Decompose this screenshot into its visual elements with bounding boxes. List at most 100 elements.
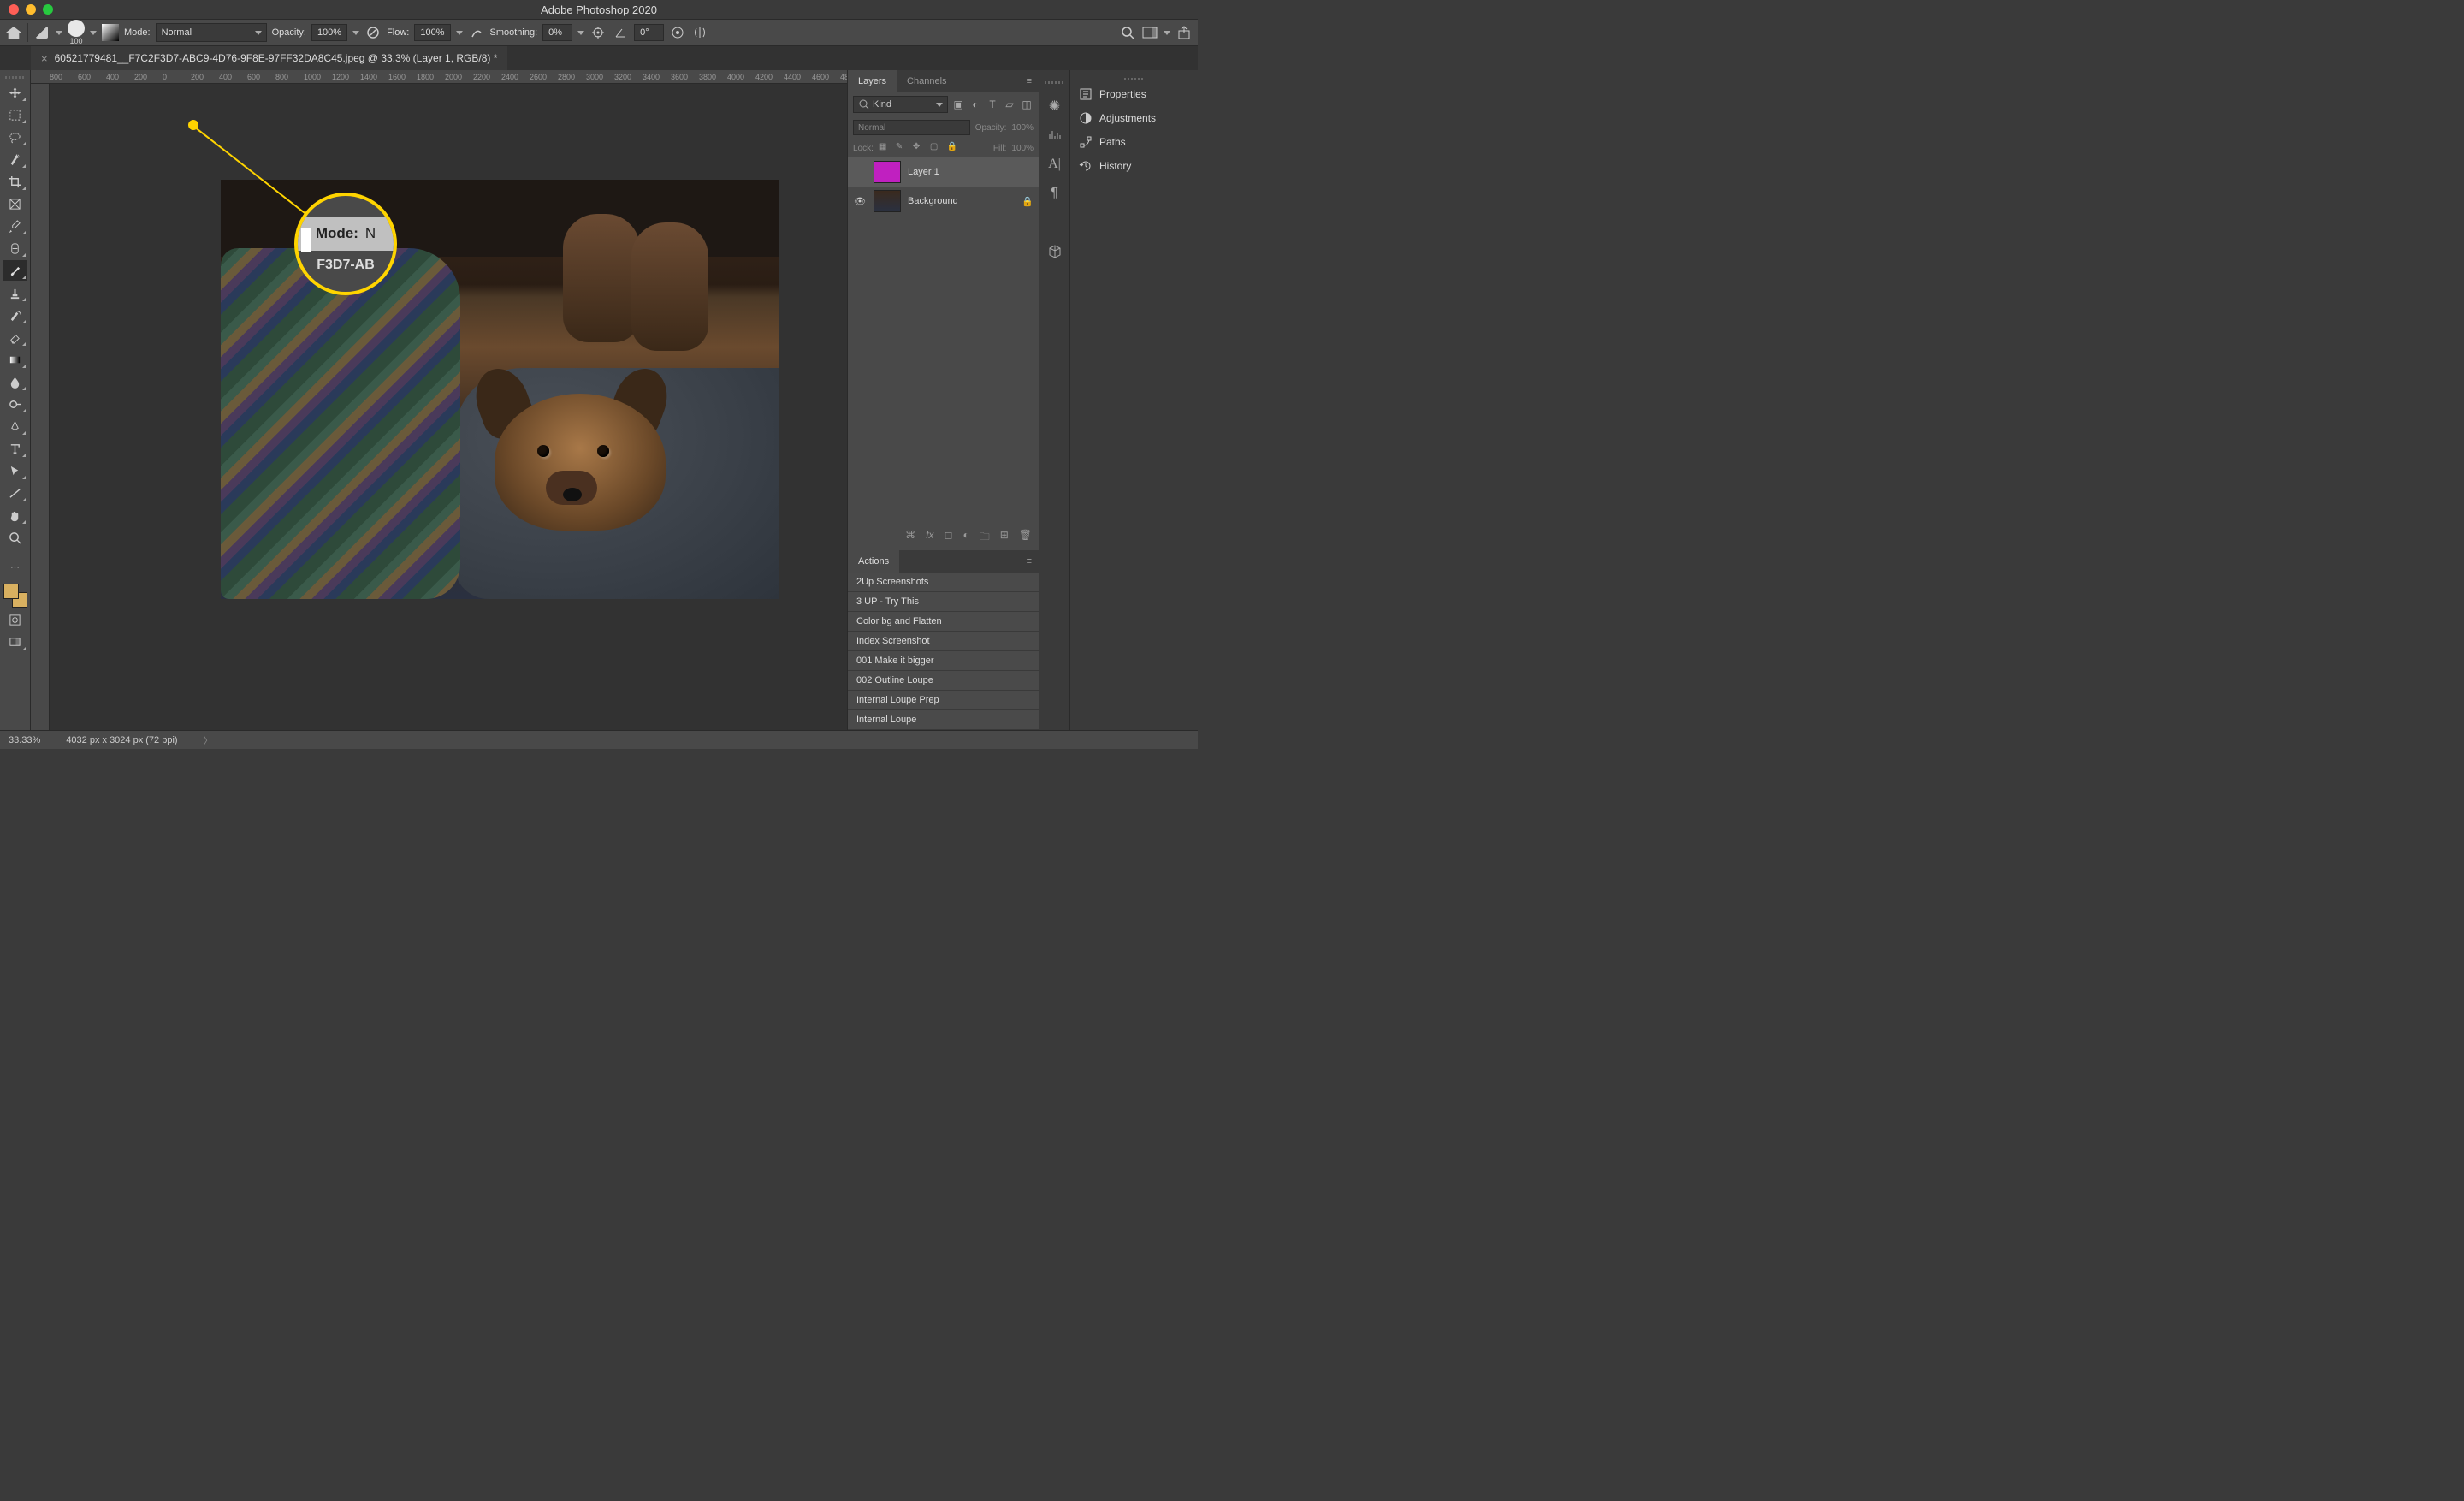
- symmetry-icon[interactable]: [691, 24, 708, 41]
- group-icon[interactable]: 🗀: [980, 529, 990, 547]
- filter-type-icon[interactable]: T: [986, 98, 999, 111]
- panel-menu-icon[interactable]: ≡: [1020, 550, 1039, 573]
- marquee-tool[interactable]: [3, 104, 27, 125]
- action-item[interactable]: 002 Outline Loupe: [848, 671, 1039, 691]
- layer-name[interactable]: Background: [908, 196, 958, 206]
- smoothing-input[interactable]: 0%: [542, 24, 572, 41]
- gradient-tool[interactable]: [3, 349, 27, 370]
- layer-row[interactable]: 👁 Background 🔒: [848, 187, 1039, 216]
- action-item[interactable]: Index Screenshot: [848, 632, 1039, 651]
- angle-input[interactable]: 0°: [634, 24, 664, 41]
- zoom-level[interactable]: 33.33%: [9, 735, 40, 745]
- lock-paint-icon[interactable]: ✎: [896, 142, 908, 154]
- new-layer-icon[interactable]: ⊞: [1000, 529, 1009, 547]
- minimize-window-icon[interactable]: [26, 4, 36, 15]
- share-icon[interactable]: [1176, 24, 1193, 41]
- close-tab-icon[interactable]: ×: [41, 52, 48, 65]
- tab-channels[interactable]: Channels: [897, 70, 957, 92]
- pressure-opacity-icon[interactable]: [364, 24, 382, 41]
- layer-thumb[interactable]: [874, 161, 901, 183]
- color-panel-icon[interactable]: ✺: [1046, 98, 1063, 115]
- quickmask-toggle[interactable]: [3, 609, 27, 630]
- chevron-down-icon[interactable]: [90, 31, 97, 35]
- heal-tool[interactable]: [3, 238, 27, 258]
- crop-tool[interactable]: [3, 171, 27, 192]
- histogram-panel-icon[interactable]: [1046, 127, 1063, 144]
- stamp-tool[interactable]: [3, 282, 27, 303]
- shape-tool[interactable]: [3, 483, 27, 503]
- hand-tool[interactable]: [3, 505, 27, 525]
- layer-name[interactable]: Layer 1: [908, 167, 939, 177]
- visibility-toggle[interactable]: 👁: [853, 196, 867, 207]
- lock-all-icon[interactable]: 🔒: [947, 142, 959, 154]
- adjustment-icon[interactable]: ◐: [962, 529, 968, 547]
- move-tool[interactable]: [3, 82, 27, 103]
- close-window-icon[interactable]: [9, 4, 19, 15]
- frame-tool[interactable]: [3, 193, 27, 214]
- brush-tool[interactable]: [3, 260, 27, 281]
- layer-blendmode-select[interactable]: Normal: [853, 120, 970, 135]
- libraries-panel-icon[interactable]: [1046, 243, 1063, 260]
- link-layers-icon[interactable]: ⌘: [905, 529, 915, 547]
- type-tool[interactable]: [3, 438, 27, 459]
- chevron-down-icon[interactable]: [352, 31, 359, 35]
- panel-grip[interactable]: [5, 74, 26, 80]
- panel-menu-icon[interactable]: ≡: [1020, 70, 1039, 92]
- airbrush-icon[interactable]: [468, 24, 485, 41]
- home-button[interactable]: [5, 24, 22, 41]
- dodge-tool[interactable]: [3, 394, 27, 414]
- maximize-window-icon[interactable]: [43, 4, 53, 15]
- panel-grip[interactable]: [1070, 75, 1198, 82]
- action-item[interactable]: Color bg and Flatten: [848, 612, 1039, 632]
- panel-grip[interactable]: [1045, 79, 1065, 86]
- doc-dimensions[interactable]: 4032 px x 3024 px (72 ppi): [66, 735, 177, 745]
- blend-mode-select[interactable]: Normal: [156, 23, 267, 42]
- tab-paths[interactable]: Paths: [1070, 130, 1198, 154]
- status-more-icon[interactable]: 〉: [204, 733, 213, 747]
- chevron-down-icon[interactable]: [1164, 31, 1170, 35]
- smoothing-options-icon[interactable]: [589, 24, 607, 41]
- chevron-down-icon[interactable]: [456, 31, 463, 35]
- action-item[interactable]: Internal Loupe Prep: [848, 691, 1039, 710]
- character-panel-icon[interactable]: A|: [1046, 156, 1063, 173]
- tab-layers[interactable]: Layers: [848, 70, 897, 92]
- ruler-vertical[interactable]: [31, 84, 50, 730]
- action-item[interactable]: 001 Make it bigger: [848, 651, 1039, 671]
- blur-tool[interactable]: [3, 371, 27, 392]
- lock-pos-icon[interactable]: ✥: [913, 142, 925, 154]
- filter-pixel-icon[interactable]: ▣: [951, 98, 965, 111]
- history-brush-tool[interactable]: [3, 305, 27, 325]
- action-item[interactable]: Internal Loupe: [848, 710, 1039, 730]
- ruler-horizontal[interactable]: 8006004002000200400600800100012001400160…: [31, 70, 847, 84]
- lasso-tool[interactable]: [3, 127, 27, 147]
- pen-tool[interactable]: [3, 416, 27, 436]
- mask-icon[interactable]: ◻: [944, 529, 952, 547]
- layer-filter-select[interactable]: Kind: [853, 96, 948, 113]
- screenmode-toggle[interactable]: [3, 632, 27, 652]
- lock-artboard-icon[interactable]: ▢: [930, 142, 942, 154]
- tab-actions[interactable]: Actions: [848, 550, 899, 573]
- search-icon[interactable]: [1119, 24, 1136, 41]
- filter-smart-icon[interactable]: ◫: [1020, 98, 1034, 111]
- eyedropper-tool[interactable]: [3, 216, 27, 236]
- fx-icon[interactable]: fx: [926, 529, 933, 547]
- chevron-down-icon[interactable]: [56, 31, 62, 35]
- workspace-switcher-icon[interactable]: [1141, 24, 1158, 41]
- delete-layer-icon[interactable]: 🗑: [1019, 529, 1032, 547]
- paragraph-panel-icon[interactable]: ¶: [1046, 185, 1063, 202]
- eraser-tool[interactable]: [3, 327, 27, 347]
- brush-panel-toggle-icon[interactable]: [102, 24, 119, 41]
- canvas[interactable]: [50, 84, 847, 730]
- zoom-tool[interactable]: [3, 527, 27, 548]
- fill-value[interactable]: 100%: [1011, 144, 1034, 153]
- layer-row[interactable]: Layer 1: [848, 157, 1039, 187]
- filter-adjust-icon[interactable]: ◐: [968, 98, 982, 111]
- flow-input[interactable]: 100%: [414, 24, 450, 41]
- document-tab[interactable]: × 60521779481__F7C2F3D7-ABC9-4D76-9F8E-9…: [31, 46, 507, 70]
- tab-adjustments[interactable]: Adjustments: [1070, 106, 1198, 130]
- action-item[interactable]: 3 UP - Try This: [848, 592, 1039, 612]
- tab-properties[interactable]: Properties: [1070, 82, 1198, 106]
- path-select-tool[interactable]: [3, 460, 27, 481]
- brush-tool-indicator-icon[interactable]: [33, 24, 50, 41]
- chevron-down-icon[interactable]: [578, 31, 584, 35]
